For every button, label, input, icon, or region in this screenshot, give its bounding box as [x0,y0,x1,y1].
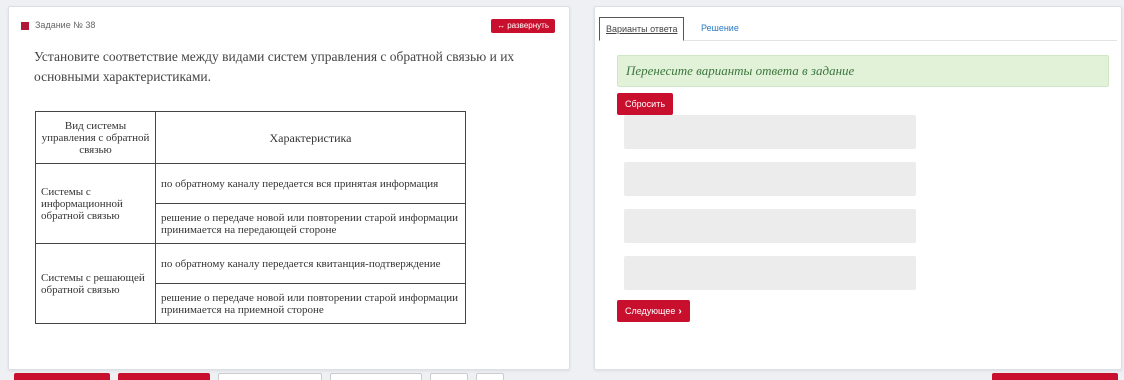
characteristic-cell: решение о передаче новой или повторении … [155,283,466,324]
matching-table: Вид системы управления с обратной связью… [35,111,466,324]
task-marker-icon [21,22,29,30]
table-header-type: Вид системы управления с обратной связью [35,111,156,164]
task-text: Установите соответствие между видами сис… [34,49,515,84]
expand-button-label: развернуть [507,21,549,30]
tab-answer-options[interactable]: Варианты ответа [599,17,685,41]
task-number: Задание № 38 [35,20,96,30]
chevron-right-icon: › [678,306,682,317]
task-header: Задание № 38 ↔ развернуть [21,19,557,35]
next-button[interactable]: Следующее › [617,300,690,322]
answer-slot[interactable] [624,162,916,196]
bottom-nav-button[interactable] [118,373,210,380]
task-panel: Задание № 38 ↔ развернуть Установите соот… [8,6,570,370]
answer-slot[interactable] [624,209,916,243]
characteristic-cell: по обратному каналу передается квитанция… [155,243,466,284]
next-button-label: Следующее [625,306,676,316]
table-header-row: Вид системы управления с обратной связью… [35,111,466,164]
answer-tabs: Варианты ответа Решение [599,17,1117,41]
table-row: Системы с решающей обратной связью по об… [35,243,466,324]
app-root: Задание № 38 ↔ развернуть Установите соот… [0,0,1124,380]
bottom-nav-button[interactable] [218,373,322,380]
answer-panel: Варианты ответа Решение Перенесите вариа… [594,6,1122,370]
bottom-nav-button[interactable] [14,373,110,380]
hint-message: Перенесите варианты ответа в задание [617,55,1109,87]
system-type-cell: Системы с информационной обратной связью [35,163,156,244]
bottom-nav-button[interactable] [476,373,504,380]
bottom-nav-button[interactable] [430,373,468,380]
answer-slot[interactable] [624,115,916,149]
answer-slot[interactable] [624,256,916,290]
table-row: Системы с информационной обратной связью… [35,163,466,244]
tab-solution[interactable]: Решение [695,17,745,41]
characteristic-cell: решение о передаче новой или повторении … [155,203,466,244]
system-type-cell: Системы с решающей обратной связью [35,243,156,324]
table-header-characteristic: Характеристика [155,111,466,164]
bottom-nav-button[interactable] [330,373,422,380]
expand-arrows-icon: ↔ [497,21,506,30]
reset-button[interactable]: Сбросить [617,93,674,115]
bottom-nav-button[interactable] [992,373,1118,380]
characteristic-cell: по обратному каналу передается вся приня… [155,163,466,204]
expand-button[interactable]: ↔ развернуть [491,19,555,33]
